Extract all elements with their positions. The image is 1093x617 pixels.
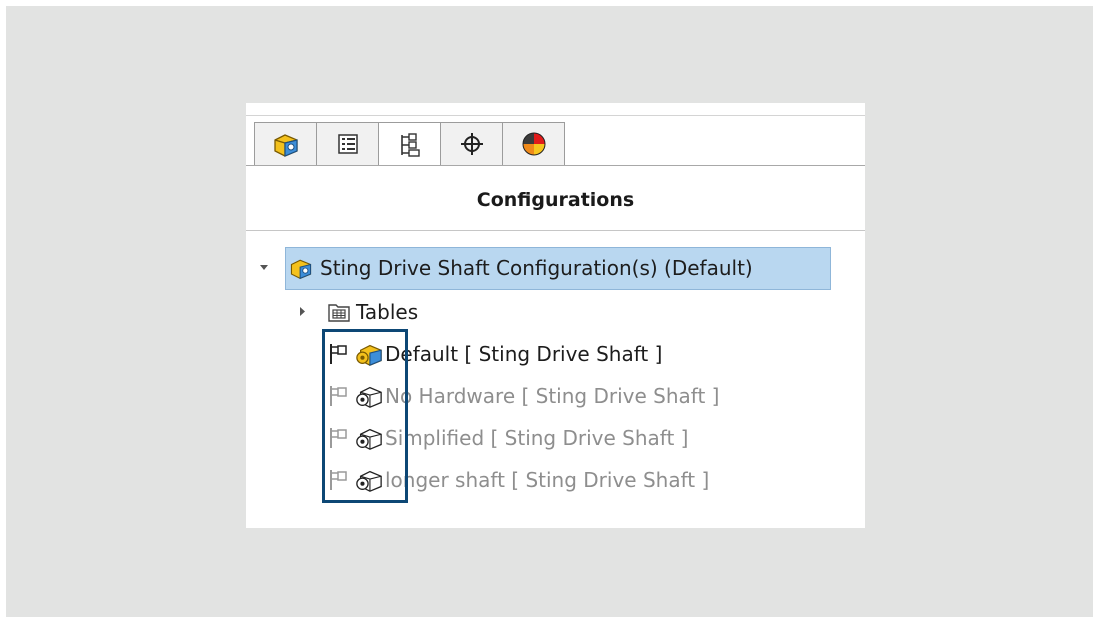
tabbar-divider bbox=[246, 165, 865, 166]
tree-root-item[interactable]: Sting Drive Shaft Configuration(s) (Defa… bbox=[288, 251, 753, 285]
tab-propertymanager[interactable] bbox=[316, 122, 379, 165]
part-cube-icon bbox=[273, 134, 298, 157]
title-divider bbox=[246, 230, 865, 231]
display-pie-icon bbox=[522, 132, 545, 156]
panel-title: Configurations bbox=[476, 189, 635, 211]
config-label: longer shaft [ Sting Drive Shaft ] bbox=[385, 468, 710, 492]
tab-dimxpertmanager[interactable] bbox=[440, 122, 503, 165]
tab-featuremanager[interactable] bbox=[254, 122, 317, 165]
collapse-arrow-icon[interactable] bbox=[259, 262, 269, 272]
tree-item-label: Tables bbox=[356, 300, 419, 324]
property-list-icon bbox=[337, 134, 358, 154]
annotation-highlight-box bbox=[322, 329, 408, 503]
tree-root-label: Sting Drive Shaft Configuration(s) (Defa… bbox=[320, 256, 753, 280]
configuration-tree-icon bbox=[400, 132, 420, 157]
crosshair-icon bbox=[460, 133, 483, 155]
config-label: Simplified [ Sting Drive Shaft ] bbox=[385, 426, 689, 450]
tab-configurationmanager[interactable] bbox=[378, 122, 441, 166]
tab-displaymanager[interactable] bbox=[502, 122, 565, 165]
tables-folder-icon bbox=[328, 304, 350, 322]
assembly-configuration-icon bbox=[290, 259, 312, 280]
configuration-manager-panel: Configurations Sting Drive Shaft Configu… bbox=[246, 103, 865, 528]
tree-item-tables[interactable]: Tables bbox=[328, 295, 418, 329]
config-label: Default [ Sting Drive Shaft ] bbox=[385, 342, 663, 366]
expand-arrow-icon[interactable] bbox=[298, 306, 306, 317]
config-label: No Hardware [ Sting Drive Shaft ] bbox=[385, 384, 720, 408]
panel-top-divider bbox=[246, 115, 865, 116]
